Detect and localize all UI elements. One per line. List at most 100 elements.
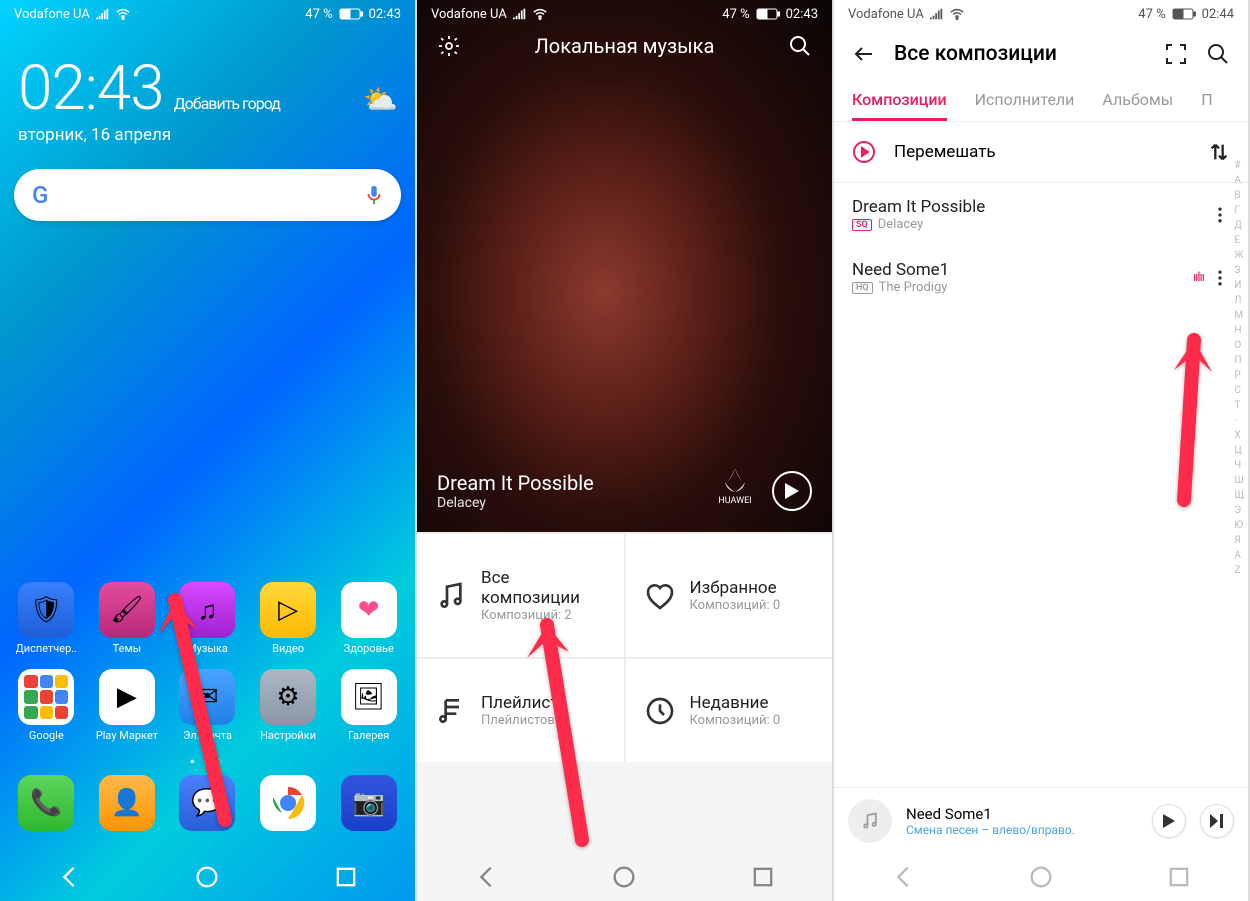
scan-icon[interactable] [1164, 42, 1188, 66]
music-app-title: Локальная музыка [535, 34, 715, 58]
tile-0[interactable]: Все композицииКомпозиций: 2 [417, 534, 624, 657]
more-icon[interactable] [1210, 205, 1230, 225]
tab-Композиции[interactable]: Композиции [852, 80, 947, 121]
nav-home-icon[interactable] [1027, 863, 1055, 891]
now-playing[interactable]: Dream It Possible Delacey [437, 471, 698, 511]
app-Музыка[interactable]: ♫Музыка [169, 582, 245, 655]
dock-row: 📞 👤💬 📷 [6, 775, 409, 831]
shuffle-label: Перемешать [894, 142, 1190, 162]
app-label: Музыка [187, 642, 228, 655]
weather-icon[interactable]: ⛅ [363, 83, 397, 116]
app-Диспетчер..[interactable]: 🛡 Диспетчер.. [8, 582, 84, 655]
page-indicator: ● ○ ○ [6, 756, 409, 767]
tab-Альбомы[interactable]: Альбомы [1102, 80, 1173, 121]
app-Здоровье[interactable]: ❤ Здоровье [331, 582, 407, 655]
app-icon-image [260, 775, 316, 831]
status-bar: Vodafone UA 47 % 02:44 [834, 0, 1248, 28]
status-bar: Vodafone UA 47 % 02:43 [417, 0, 832, 28]
app-icon-image: 📞 [18, 775, 74, 831]
add-city-link[interactable]: Добавить город [174, 94, 280, 113]
mic-icon[interactable] [365, 184, 383, 206]
tab-Исполнители[interactable]: Исполнители [975, 80, 1075, 121]
app-label: Настройки [260, 729, 316, 742]
app-Видео[interactable]: ▷Видео [250, 582, 326, 655]
nav-recent-icon[interactable] [1165, 863, 1193, 891]
app-row-2: Google ▶Play Маркет✉Эл. почта⚙Настройки 🖼 Г… [6, 669, 409, 742]
nav-back-icon[interactable] [889, 863, 917, 891]
wifi-icon [950, 8, 964, 20]
app-dock[interactable]: 💬 [169, 775, 245, 831]
nav-home-icon[interactable] [610, 863, 638, 891]
app-label: Диспетчер.. [16, 642, 78, 655]
app-label: Галерея [348, 729, 389, 742]
app-row-1: 🛡 Диспетчер.. 🖌Темы♫Музыка▷Видео ❤ Здоровье [6, 582, 409, 655]
category-tiles: Все композицииКомпозиций: 2ИзбранноеКомп… [417, 532, 832, 762]
app-Галерея[interactable]: 🖼 Галерея [331, 669, 407, 742]
search-icon[interactable] [1206, 42, 1230, 66]
status-time: 02:43 [369, 7, 401, 22]
app-Google[interactable]: Google [8, 669, 84, 742]
nav-back-icon[interactable] [55, 863, 83, 891]
app-dock[interactable]: 📞 [8, 775, 84, 831]
mini-player-title: Need Some1 [906, 805, 1138, 823]
mini-play-button[interactable] [1152, 804, 1186, 838]
app-Play Маркет[interactable]: ▶Play Маркет [89, 669, 165, 742]
app-dock[interactable]: 👤 [89, 775, 165, 831]
settings-icon[interactable] [437, 34, 461, 58]
mini-player-hint: Смена песен – влево/вправо. [906, 823, 1138, 837]
mini-next-button[interactable] [1200, 804, 1234, 838]
tile-2[interactable]: ПлейлистПлейлистов: 0 [417, 659, 624, 762]
shuffle-row[interactable]: Перемешать [834, 122, 1248, 183]
play-button[interactable] [772, 471, 812, 511]
nav-recent-icon[interactable] [749, 863, 777, 891]
wifi-icon [533, 8, 547, 20]
google-search-bar[interactable]: G [14, 169, 401, 221]
hero-album-art: Vodafone UA 47 % 02:43 Локальная музыка … [417, 0, 832, 532]
clock-time: 02:43 [18, 52, 164, 125]
app-Темы[interactable]: 🖌Темы [89, 582, 165, 655]
nav-back-icon[interactable] [472, 863, 500, 891]
more-icon[interactable] [1210, 268, 1230, 288]
signal-icon [96, 8, 110, 20]
alpha-index[interactable]: #АВГДЕЖЗИЛМНОПРСТ·ХЦЧШЩЭЮЯAZ [1234, 160, 1244, 576]
now-playing-title: Dream It Possible [437, 471, 698, 495]
app-dock[interactable] [250, 775, 326, 831]
carrier: Vodafone UA [14, 7, 90, 22]
back-icon[interactable] [852, 42, 876, 66]
app-Настройки[interactable]: ⚙Настройки [250, 669, 326, 742]
app-icon-image: 🖼 [341, 669, 397, 725]
track-list: Dream It PossibleSQ DelaceyNeed Some1HQ … [834, 183, 1248, 309]
sort-icon[interactable] [1208, 141, 1230, 163]
nav-home-icon[interactable] [193, 863, 221, 891]
equalizer-icon: ıılıı [1193, 270, 1204, 285]
mini-player[interactable]: Need Some1 Смена песен – влево/вправо. [834, 787, 1248, 853]
app-label: Play Маркет [96, 729, 158, 742]
nav-recent-icon[interactable] [332, 863, 360, 891]
track-row[interactable]: Dream It PossibleSQ Delacey [834, 183, 1248, 246]
app-label: Здоровье [344, 642, 394, 655]
clock-widget[interactable]: 02:43 Добавить город ⛅ [0, 28, 415, 125]
tile-3[interactable]: НедавниеКомпозиций: 0 [626, 659, 833, 762]
date: вторник, 16 апреля [0, 125, 415, 169]
app-icon-image: 🖌 [99, 582, 155, 638]
track-row[interactable]: Need Some1HQ The Prodigyıılıı [834, 246, 1248, 309]
tabs: Композиции Исполнители Альбомы П [834, 80, 1248, 122]
app-icon-image: 💬 [179, 775, 235, 831]
google-logo-icon: G [32, 181, 48, 209]
app-label: Google [29, 729, 64, 742]
tab-П[interactable]: П [1201, 80, 1212, 121]
app-icon-image: ▷ [260, 582, 316, 638]
signal-icon [513, 8, 527, 20]
now-playing-artist: Delacey [437, 495, 698, 511]
nav-bar [0, 853, 415, 901]
app-dock[interactable]: 📷 [331, 775, 407, 831]
tile-1[interactable]: ИзбранноеКомпозиций: 0 [626, 534, 833, 657]
app-Эл. почта[interactable]: ✉Эл. почта [169, 669, 245, 742]
app-icon-image: ❤ [341, 582, 397, 638]
app-icon-image: 🛡 [18, 582, 74, 638]
search-icon[interactable] [788, 34, 812, 58]
signal-icon [930, 8, 944, 20]
battery-icon [1172, 8, 1196, 20]
status-bar: Vodafone UA 47 % 02:43 [0, 0, 415, 28]
nav-bar [417, 853, 832, 901]
